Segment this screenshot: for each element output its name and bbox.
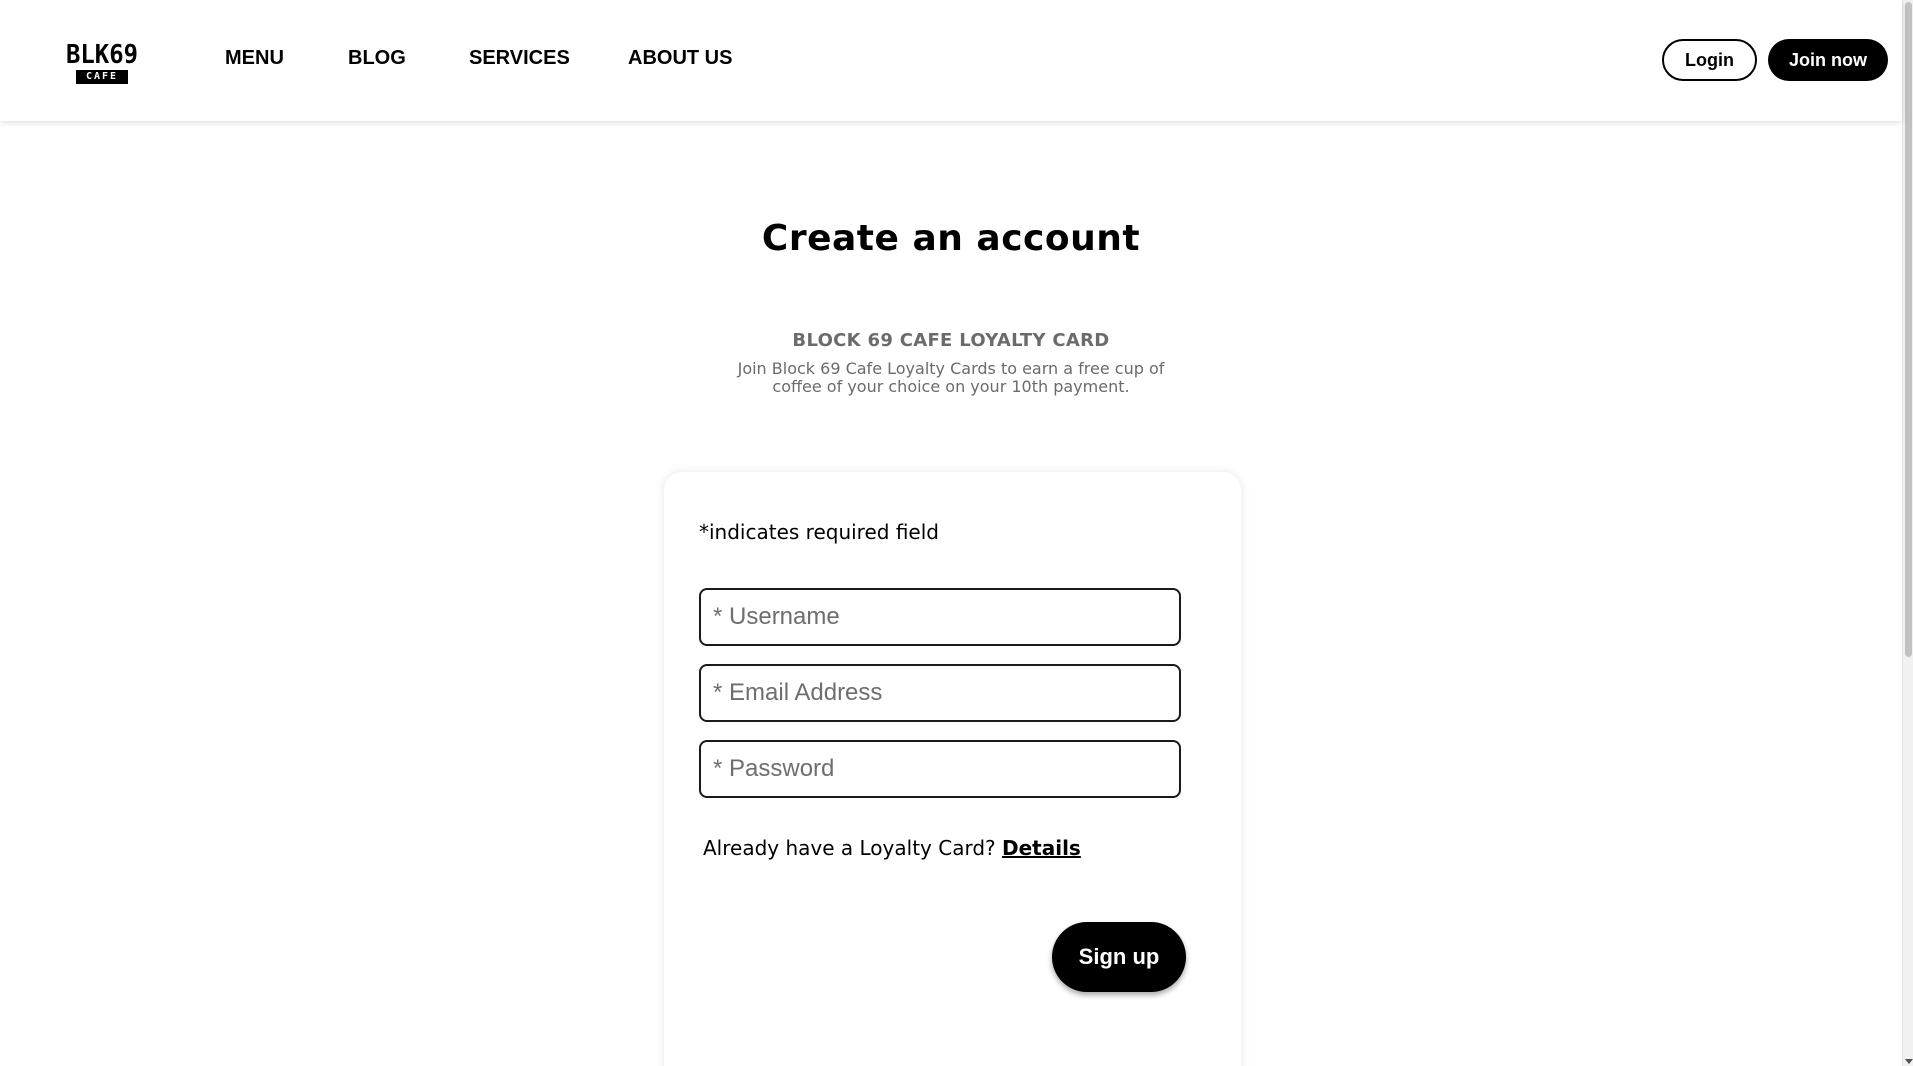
sign-up-button[interactable]: Sign up: [1052, 922, 1186, 992]
page-title: Create an account: [761, 218, 1141, 259]
details-link[interactable]: Details: [1002, 836, 1081, 860]
logo-wordmark: BLK69: [65, 40, 139, 70]
nav-services[interactable]: SERVICES: [469, 46, 570, 70]
signup-form-card: *indicates required field Already have a…: [664, 472, 1241, 1066]
required-field-note: *indicates required field: [699, 520, 939, 544]
existing-card-prompt: Already have a Loyalty Card? Details: [703, 836, 1081, 860]
page-scrollbar[interactable]: [1902, 0, 1913, 1066]
nav-blog[interactable]: BLOG: [348, 46, 406, 70]
email-input[interactable]: [699, 664, 1181, 722]
login-button[interactable]: Login: [1662, 39, 1757, 81]
loyalty-card-heading: BLOCK 69 CAFE LOYALTY CARD: [792, 330, 1110, 351]
nav-menu[interactable]: MENU: [225, 46, 284, 70]
join-now-button[interactable]: Join now: [1768, 39, 1888, 81]
page: BLK69 CAFE MENU BLOG SERVICES ABOUT US L…: [0, 0, 1913, 1066]
nav-about-us[interactable]: ABOUT US: [628, 46, 732, 70]
logo[interactable]: BLK69 CAFE: [60, 42, 144, 84]
existing-card-text: Already have a Loyalty Card?: [703, 836, 996, 860]
site-header: BLK69 CAFE MENU BLOG SERVICES ABOUT US L…: [0, 0, 1902, 121]
loyalty-card-description: Join Block 69 Cafe Loyalty Cards to earn…: [737, 359, 1165, 396]
username-input[interactable]: [699, 588, 1181, 646]
scrollbar-thumb[interactable]: [1905, 2, 1912, 657]
logo-subtitle: CAFE: [76, 70, 128, 84]
scroll-down-arrow-icon[interactable]: [1905, 1059, 1913, 1064]
password-input[interactable]: [699, 740, 1181, 798]
